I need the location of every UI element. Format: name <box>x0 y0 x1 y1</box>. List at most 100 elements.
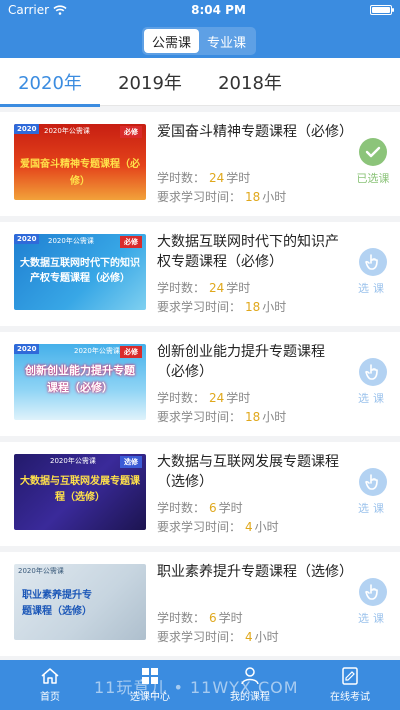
required-time-label: 要求学习时间： <box>157 410 242 424</box>
thumb-subtitle: 2020年公需课 <box>48 237 94 245</box>
course-item[interactable]: 2020 2020年公需课 必修 爱国奋斗精神专题课程（必修） 爱国奋斗精神专题… <box>0 112 400 216</box>
course-item[interactable]: 2020年公需课 必修 2020 大数据互联网时代下的知识产权专题课程（必修） … <box>0 222 400 326</box>
nav-home[interactable]: 首页 <box>0 660 100 710</box>
thumb-required-badge: 必修 <box>120 346 142 358</box>
selected-label: 已选课 <box>356 172 390 185</box>
course-title[interactable]: 大数据互联网时代下的知识产权专题课程（必修） <box>157 232 347 272</box>
nav-online-exam-label: 在线考试 <box>330 692 370 703</box>
required-time-unit: 小时 <box>262 300 287 314</box>
thumb-required-badge: 必修 <box>120 236 142 248</box>
course-title[interactable]: 创新创业能力提升专题课程（必修） <box>157 342 347 382</box>
course-credit-hours: 学时数： 24 学时 <box>157 389 250 406</box>
nav-online-exam[interactable]: 在线考试 <box>300 660 400 710</box>
tap-hand-icon <box>359 578 387 606</box>
course-title[interactable]: 爱国奋斗精神专题课程（必修） <box>157 122 353 142</box>
required-time-unit: 小时 <box>262 410 287 424</box>
thumb-subtitle: 2020年公需课 <box>44 127 90 135</box>
credit-hours-value: 24 <box>209 171 225 185</box>
thumb-title: 创新创业能力提升专题课程（必修） <box>25 364 135 394</box>
segment-professional-course[interactable]: 专业课 <box>199 29 254 53</box>
credit-hours-label: 学时数： <box>157 501 206 515</box>
credit-hours-label: 学时数： <box>157 611 206 625</box>
tab-2019[interactable]: 2019年 <box>100 58 200 106</box>
app-header: Carrier 8:04 PM 公需课 专业课 <box>0 0 400 58</box>
segment-public-course[interactable]: 公需课 <box>144 29 200 53</box>
credit-hours-value: 6 <box>209 501 217 515</box>
course-title[interactable]: 大数据与互联网发展专题课程（选修） <box>157 452 347 492</box>
thumb-subtitle: 2020年公需课 <box>50 457 96 465</box>
required-time-label: 要求学习时间： <box>157 190 242 204</box>
credit-hours-label: 学时数： <box>157 171 206 185</box>
course-thumbnail: 2020年公需课 必修 2020 创新创业能力提升专题课程（必修） <box>14 344 146 420</box>
select-course-label: 选课 <box>358 392 388 405</box>
select-course-button[interactable]: 选课 <box>356 578 390 626</box>
credit-hours-unit: 学时 <box>218 501 243 515</box>
nav-my-courses[interactable]: 我的课程 <box>200 660 300 710</box>
home-icon <box>41 668 59 684</box>
carrier-label: Carrier <box>8 3 50 17</box>
check-icon <box>359 138 387 166</box>
grid-icon <box>142 668 158 684</box>
course-selected-indicator[interactable]: 已选课 <box>356 138 390 186</box>
credit-hours-unit: 学时 <box>226 281 251 295</box>
status-bar: Carrier 8:04 PM <box>0 0 400 20</box>
course-thumbnail: 2020 2020年公需课 必修 爱国奋斗精神专题课程（必修） <box>14 124 146 200</box>
course-thumbnail: 2020年公需课 选修 大数据与互联网发展专题课程（选修） <box>14 454 146 530</box>
tab-2020[interactable]: 2020年 <box>0 58 100 107</box>
select-course-label: 选课 <box>358 502 388 515</box>
course-credit-hours: 学时数： 24 学时 <box>157 169 250 186</box>
credit-hours-value: 24 <box>209 391 225 405</box>
required-time-value: 4 <box>245 520 253 534</box>
select-course-button[interactable]: 选课 <box>356 358 390 406</box>
required-time-label: 要求学习时间： <box>157 300 242 314</box>
required-time-value: 18 <box>245 410 261 424</box>
thumb-year-badge: 2020 <box>14 234 40 244</box>
exam-icon <box>342 667 358 685</box>
course-thumbnail: 2020年公需课 必修 2020 大数据互联网时代下的知识产权专题课程（必修） <box>14 234 146 310</box>
course-required-time: 要求学习时间： 18 小时 <box>157 298 286 315</box>
course-item[interactable]: 2020年公需课 选修 职业素养提升专题课程（选修） 职业素养提升专题课程（选修… <box>0 552 400 656</box>
thumb-year-badge: 2020 <box>14 344 40 354</box>
battery-icon <box>370 5 394 15</box>
course-type-segment: 公需课 专业课 <box>142 27 257 55</box>
course-item[interactable]: 2020年公需课 必修 2020 创新创业能力提升专题课程（必修） 创新创业能力… <box>0 332 400 436</box>
course-required-time: 要求学习时间： 18 小时 <box>157 408 286 425</box>
credit-hours-label: 学时数： <box>157 391 206 405</box>
required-time-value: 18 <box>245 190 261 204</box>
select-course-button[interactable]: 选课 <box>356 468 390 516</box>
required-time-unit: 小时 <box>254 630 279 644</box>
status-time: 8:04 PM <box>191 3 246 17</box>
credit-hours-unit: 学时 <box>226 171 251 185</box>
course-thumbnail: 2020年公需课 选修 职业素养提升专题课程（选修） <box>14 564 146 640</box>
nav-course-center-label: 选课中心 <box>130 692 170 703</box>
user-icon <box>241 667 259 685</box>
thumb-title: 职业素养提升专题课程（选修） <box>22 590 92 617</box>
thumb-subtitle: 2020年公需课 <box>18 567 64 575</box>
course-item[interactable]: 2020年公需课 选修 大数据与互联网发展专题课程（选修） 大数据与互联网发展专… <box>0 442 400 546</box>
select-course-button[interactable]: 选课 <box>356 248 390 296</box>
required-time-label: 要求学习时间： <box>157 630 242 644</box>
required-time-unit: 小时 <box>262 190 287 204</box>
course-required-time: 要求学习时间： 4 小时 <box>157 628 279 645</box>
course-required-time: 要求学习时间： 18 小时 <box>157 188 286 205</box>
course-credit-hours: 学时数： 24 学时 <box>157 279 250 296</box>
course-credit-hours: 学时数： 6 学时 <box>157 499 243 516</box>
select-course-label: 选课 <box>358 282 388 295</box>
course-title[interactable]: 职业素养提升专题课程（选修） <box>157 562 353 582</box>
nav-my-courses-label: 我的课程 <box>230 692 270 703</box>
thumb-title: 大数据与互联网发展专题课程（选修） <box>20 476 140 503</box>
thumb-title: 大数据互联网时代下的知识产权专题课程（必修） <box>20 258 140 284</box>
select-course-label: 选课 <box>358 612 388 625</box>
thumb-year-badge: 2020 <box>14 124 40 134</box>
required-time-value: 18 <box>245 300 261 314</box>
course-list: 2020 2020年公需课 必修 爱国奋斗精神专题课程（必修） 爱国奋斗精神专题… <box>0 106 400 656</box>
bottom-nav: 首页 选课中心 我的课程 在线考试 11玩意儿 • 11WYX.COM <box>0 660 400 710</box>
tap-hand-icon <box>359 248 387 276</box>
required-time-label: 要求学习时间： <box>157 520 242 534</box>
thumb-required-badge: 选修 <box>120 456 142 468</box>
tab-2018[interactable]: 2018年 <box>200 58 300 106</box>
required-time-value: 4 <box>245 630 253 644</box>
nav-course-center[interactable]: 选课中心 <box>100 660 200 710</box>
required-time-unit: 小时 <box>254 520 279 534</box>
course-credit-hours: 学时数： 6 学时 <box>157 609 243 626</box>
